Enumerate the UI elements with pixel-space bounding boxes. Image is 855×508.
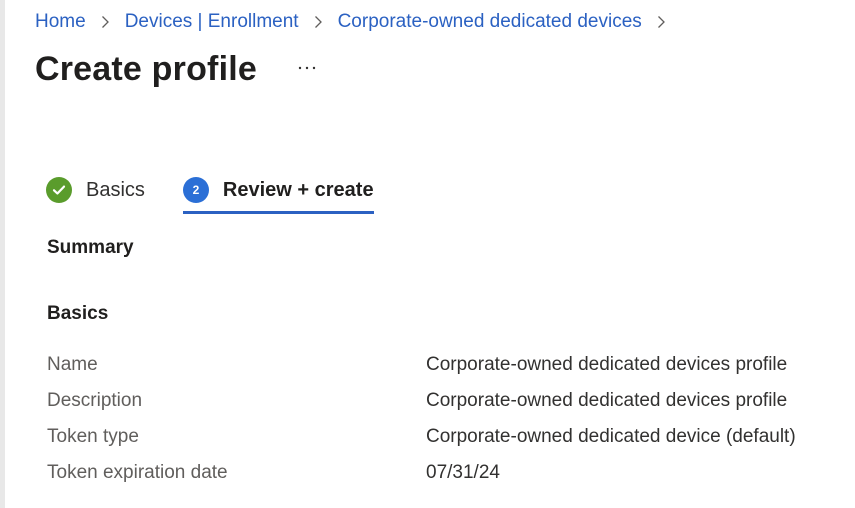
checkmark-icon	[46, 177, 72, 203]
step-number-badge: 2	[182, 177, 209, 203]
detail-label: Token expiration date	[47, 462, 228, 483]
title-row: Create profile	[35, 50, 319, 89]
ellipsis-icon	[298, 66, 316, 69]
breadcrumb: Home Devices | Enrollment Corporate-owne…	[35, 8, 681, 36]
wizard-tabs: Basics 2 Review + create	[46, 172, 374, 214]
detail-value: Corporate-owned dedicated device (defaul…	[426, 426, 796, 447]
detail-value: 07/31/24	[426, 462, 500, 483]
detail-label: Name	[47, 354, 98, 375]
summary-heading: Summary	[47, 237, 134, 258]
chevron-right-icon	[654, 15, 668, 29]
chevron-right-icon	[98, 15, 112, 29]
chevron-right-icon	[311, 15, 325, 29]
tab-basics[interactable]: Basics	[46, 172, 145, 208]
breadcrumb-home[interactable]: Home	[35, 11, 86, 33]
breadcrumb-devices-enrollment[interactable]: Devices | Enrollment	[125, 11, 299, 33]
detail-row-name: Name Corporate-owned dedicated devices p…	[47, 354, 827, 378]
detail-label: Description	[47, 390, 143, 411]
tab-review-create[interactable]: 2 Review + create	[182, 172, 374, 214]
detail-row-description: Description Corporate-owned dedicated de…	[47, 390, 827, 414]
detail-value: Corporate-owned dedicated devices profil…	[426, 390, 788, 411]
more-options-button[interactable]	[295, 56, 319, 80]
detail-label: Token type	[47, 426, 139, 447]
breadcrumb-corporate-owned-dedicated-devices[interactable]: Corporate-owned dedicated devices	[338, 11, 642, 33]
tab-basics-label: Basics	[86, 178, 145, 201]
tab-review-create-label: Review + create	[222, 178, 374, 201]
detail-value: Corporate-owned dedicated devices profil…	[426, 354, 788, 375]
page-title: Create profile	[35, 50, 257, 88]
basics-section-heading: Basics	[47, 303, 109, 324]
detail-row-token-type: Token type Corporate-owned dedicated dev…	[47, 426, 827, 450]
detail-row-token-expiration: Token expiration date 07/31/24	[47, 462, 827, 486]
left-rail	[0, 0, 5, 508]
